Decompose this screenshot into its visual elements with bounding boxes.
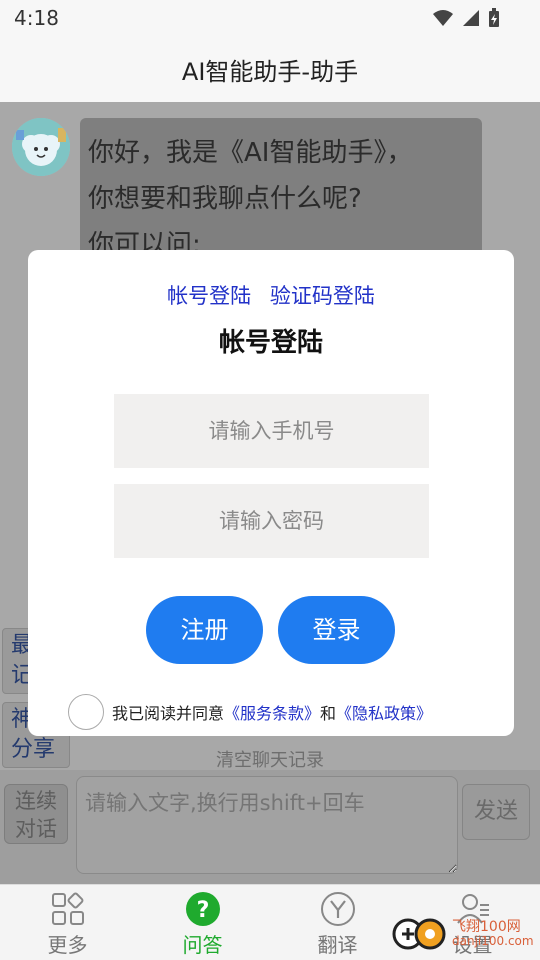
status-icons <box>432 8 500 28</box>
and-text: 和 <box>320 704 337 723</box>
greeting-line-2: 你想要和我聊点什么呢? <box>88 184 362 214</box>
login-modal: 帐号登陆 验证码登陆 帐号登陆 注册 登录 我已阅读并同意 《服务条款》 和 《… <box>28 250 514 736</box>
privacy-link[interactable]: 《隐私政策》 <box>336 700 432 724</box>
continuous-chat-button[interactable]: 连续 对话 <box>4 784 68 844</box>
login-title: 帐号登陆 <box>218 328 323 358</box>
signal-icon <box>463 10 479 26</box>
nav-label-translate: 翻译 <box>317 933 358 957</box>
password-input[interactable] <box>114 484 429 558</box>
login-button[interactable]: 登录 <box>278 596 395 664</box>
page-title: AI智能助手-助手 <box>181 58 359 86</box>
watermark-text-top: 飞翔100网 <box>452 919 521 935</box>
question-icon: ? <box>185 891 221 927</box>
nav-label-more: 更多 <box>47 933 88 957</box>
agree-checkbox[interactable] <box>68 694 104 730</box>
clear-chat-link[interactable]: 清空聊天记录 <box>0 746 540 772</box>
message-input[interactable] <box>76 776 458 874</box>
cloud-mascot-icon <box>12 118 70 176</box>
tab-account-login[interactable]: 帐号登陆 <box>167 284 251 308</box>
register-button[interactable]: 注册 <box>146 596 263 664</box>
bot-message-bubble: 你好，我是《AI智能助手》， 你想要和我聊点什么呢? 你可以问: <box>80 118 482 268</box>
login-tabs: 帐号登陆 验证码登陆 <box>28 280 514 310</box>
agree-text: 我已阅读并同意 <box>112 704 225 723</box>
grid-icon <box>50 891 86 927</box>
phone-input[interactable] <box>114 394 429 468</box>
battery-icon <box>489 8 499 27</box>
watermark-text-bottom: danji100.com <box>452 934 534 948</box>
status-bar: 4:18 <box>0 0 540 36</box>
wifi-icon <box>433 10 453 26</box>
app-header: AI智能助手-助手 <box>0 36 540 102</box>
nav-item-qa[interactable]: ? 问答 <box>135 885 270 960</box>
nav-label-qa: 问答 <box>182 933 223 957</box>
greeting-line-1: 你好，我是《AI智能助手》， <box>88 138 413 168</box>
bot-avatar <box>12 118 70 176</box>
svg-text:?: ? <box>196 898 209 923</box>
nav-item-translate[interactable]: 翻译 <box>270 885 405 960</box>
status-time: 4:18 <box>14 6 59 30</box>
terms-link[interactable]: 《服务条款》 <box>224 700 320 724</box>
send-button[interactable]: 发送 <box>462 784 530 840</box>
watermark-logo-icon <box>392 918 446 950</box>
nav-item-more[interactable]: 更多 <box>0 885 135 960</box>
agreement-row: 我已阅读并同意 《服务条款》 和 《隐私政策》 <box>68 692 432 732</box>
tab-code-login[interactable]: 验证码登陆 <box>270 284 375 308</box>
site-watermark: 飞翔100网 danji100.com <box>392 914 534 954</box>
translate-icon <box>320 891 356 927</box>
